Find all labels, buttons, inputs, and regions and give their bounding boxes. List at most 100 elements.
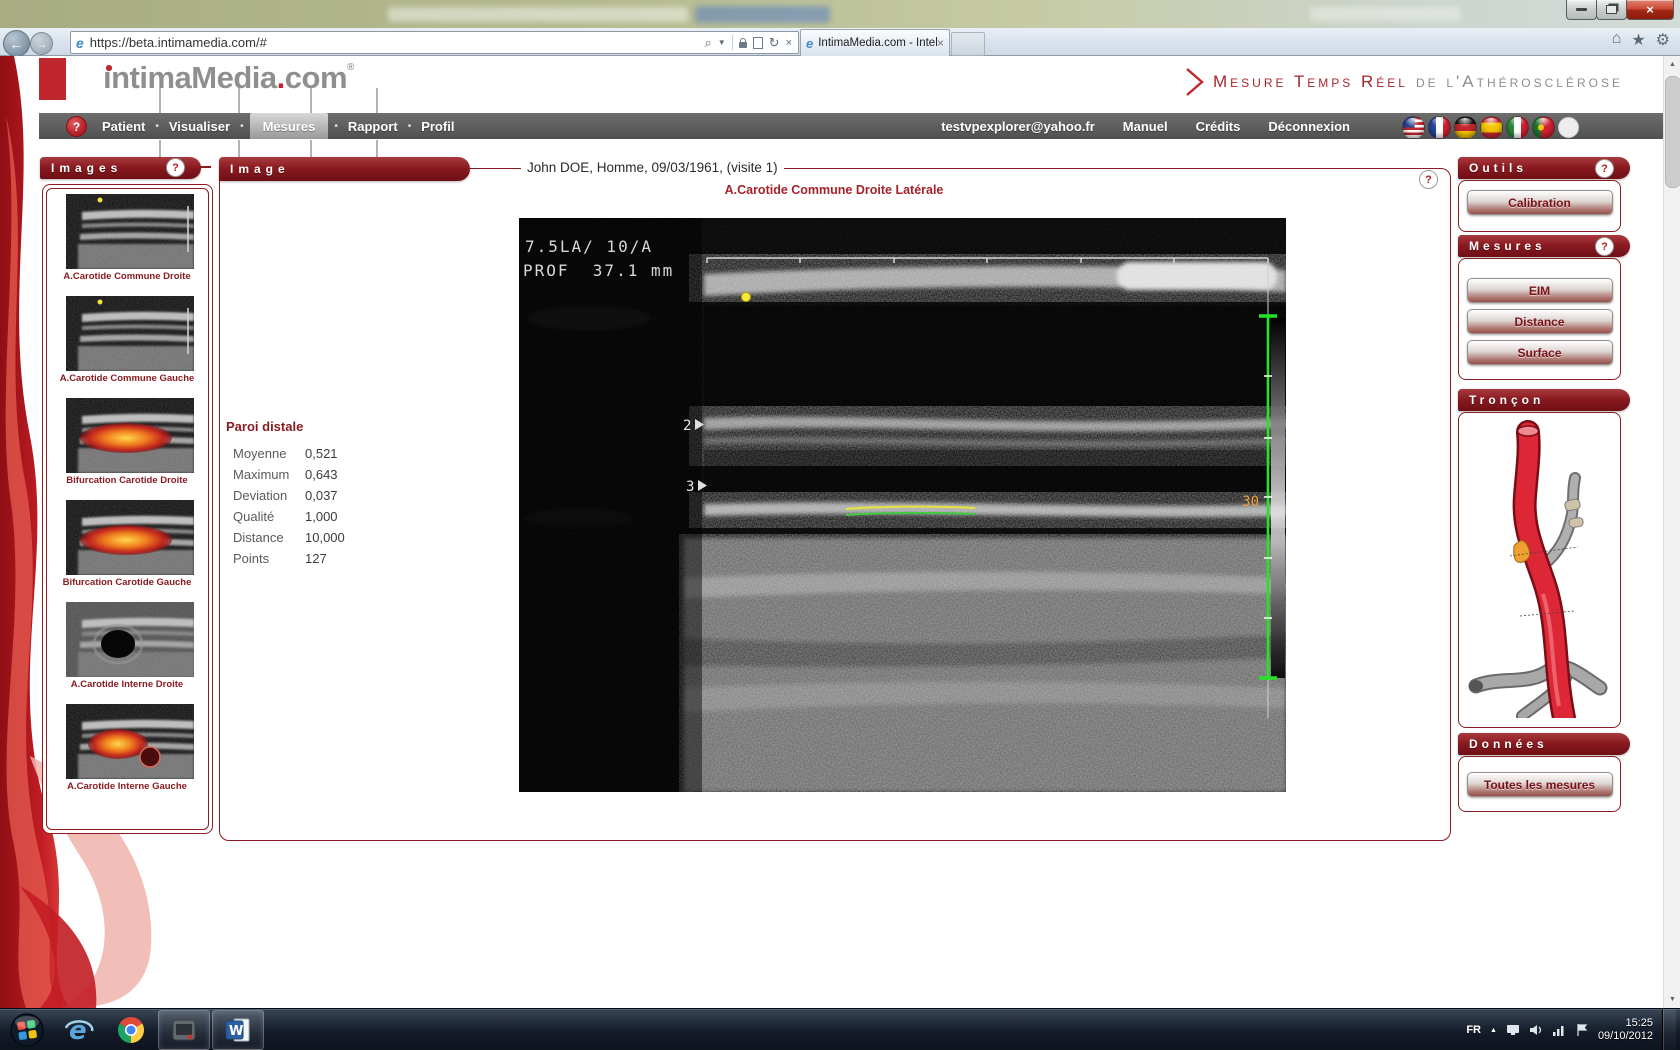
site-logo[interactable]: ıntimaMedia.com®: [103, 60, 354, 96]
nav-tick: [310, 140, 312, 157]
tools-gear-icon[interactable]: ⚙: [1656, 30, 1670, 50]
nav-separator-dot: •: [402, 113, 418, 139]
language-indicator[interactable]: FR: [1466, 1024, 1481, 1036]
network-tray-icon[interactable]: [1552, 1023, 1566, 1037]
windows-start-icon: [9, 1012, 45, 1048]
volume-tray-icon[interactable]: [1529, 1023, 1543, 1037]
forward-arrow-icon: →: [36, 37, 48, 51]
button-toutes-les-mesures[interactable]: Toutes les mesures: [1467, 772, 1613, 797]
tagline-red: Mesure Temps Réel: [1213, 72, 1408, 92]
thumbnail-a.carotide-interne-gauche[interactable]: [66, 704, 194, 779]
window-titlebar[interactable]: ×: [0, 0, 1680, 28]
forward-button[interactable]: →: [30, 32, 53, 55]
mesures-panel-title: Mesures: [1469, 239, 1546, 253]
action-center-flag-icon[interactable]: [1575, 1023, 1589, 1037]
flag-pt-icon[interactable]: [1532, 116, 1555, 139]
nav-item-mesures[interactable]: Mesures: [250, 113, 329, 139]
taskbar-clock[interactable]: 15:25 09/10/2012: [1598, 1017, 1653, 1043]
show-desktop-button[interactable]: [1662, 1009, 1676, 1050]
flag-es-icon[interactable]: [1480, 116, 1503, 139]
flag-fr-icon[interactable]: [1428, 116, 1451, 139]
outils-help-icon[interactable]: ?: [1595, 159, 1614, 178]
refresh-icon[interactable]: ↻: [769, 35, 780, 51]
button-calibration[interactable]: Calibration: [1467, 190, 1613, 215]
nav-item-manuel[interactable]: Manuel: [1123, 119, 1168, 134]
nav-item-deconnexion[interactable]: Déconnexion: [1268, 119, 1350, 134]
nav-item-profil[interactable]: Profil: [417, 113, 458, 139]
measure-row: Maximum0,643: [233, 464, 426, 485]
thumbnail-bifurcation-carotide-droite[interactable]: [66, 398, 194, 473]
flag-de-icon[interactable]: [1454, 116, 1477, 139]
nav-item-patient[interactable]: Patient: [98, 113, 149, 139]
taskbar-app-icon[interactable]: [158, 1010, 210, 1050]
ultrasound-image[interactable]: 7.5LA/ 10/A PROF 37.1 mm 30 2 3: [519, 218, 1286, 792]
search-icon[interactable]: ⌕: [704, 35, 711, 51]
svg-text:W: W: [229, 1024, 243, 1039]
hidden-icons-arrow[interactable]: ▲: [1490, 1027, 1497, 1034]
restore-button[interactable]: [1596, 0, 1627, 20]
favorites-star-icon[interactable]: ★: [1631, 30, 1645, 50]
nav-item-visualiser[interactable]: Visualiser: [165, 113, 234, 139]
measure-row: Moyenne0,521: [233, 443, 426, 464]
nav-help-icon[interactable]: ?: [66, 116, 87, 137]
browser-tab[interactable]: e IntimaMedia.com - Intellig... ×: [800, 29, 950, 56]
mesures-help-icon[interactable]: ?: [1595, 237, 1614, 256]
taskbar-chrome-icon[interactable]: [106, 1011, 156, 1049]
measure-label: Deviation: [233, 488, 305, 503]
button-surface[interactable]: Surface: [1467, 340, 1613, 365]
scroll-up-arrow[interactable]: ▲: [1664, 56, 1680, 73]
nav-item-testvpexplorer@yahoo.fr[interactable]: testvpexplorer@yahoo.fr: [941, 119, 1095, 134]
scrollbar-thumb[interactable]: [1665, 76, 1680, 188]
image-panel-title: Image: [230, 162, 290, 176]
scroll-down-arrow[interactable]: ▼: [1664, 991, 1680, 1008]
address-bar-icons: ⌕ ▼ ↻ ×: [704, 35, 798, 51]
taskbar-word-icon[interactable]: W: [212, 1010, 264, 1050]
flag-it-icon[interactable]: [1506, 116, 1529, 139]
flag-more-icon[interactable]: [1558, 117, 1579, 138]
search-dropdown-caret-icon[interactable]: ▼: [718, 38, 726, 47]
image-title: A.Carotide Commune Droite Latérale: [634, 183, 1034, 197]
monitor-tray-icon[interactable]: [1506, 1023, 1520, 1037]
images-help-icon[interactable]: ?: [166, 158, 185, 177]
measurement-rows: Moyenne0,521Maximum0,643Deviation0,037Qu…: [226, 443, 426, 569]
back-button[interactable]: ←: [3, 30, 30, 57]
donnees-panel-title: Données: [1469, 737, 1548, 751]
measure-value: 0,521: [305, 446, 338, 461]
logo-i-dot: [106, 65, 112, 71]
lock-icon: [739, 42, 747, 48]
tab-close-icon[interactable]: ×: [937, 36, 944, 50]
thumbnail-bifurcation-carotide-gauche[interactable]: [66, 500, 194, 575]
window-controls: ×: [1567, 0, 1674, 20]
nav-item-credits[interactable]: Crédits: [1196, 119, 1241, 134]
tab-title: IntimaMedia.com - Intellig...: [818, 37, 937, 49]
home-icon[interactable]: ⌂: [1612, 30, 1622, 50]
carotid-artery-diagram[interactable]: [1462, 418, 1616, 718]
address-bar[interactable]: e https://beta.intimamedia.com/# ⌕ ▼ ↻ ×: [70, 31, 799, 54]
stop-icon[interactable]: ×: [786, 37, 792, 49]
images-panel-inner: A.Carotide Commune Droite A.Carotide Com…: [46, 188, 209, 830]
nav-separator-dot: •: [234, 113, 250, 139]
start-button[interactable]: [2, 1011, 52, 1049]
button-distance[interactable]: Distance: [1467, 309, 1613, 334]
url-text[interactable]: https://beta.intimamedia.com/#: [90, 35, 267, 50]
close-button[interactable]: ×: [1626, 0, 1674, 20]
donnees-buttons: Toutes les mesures: [1459, 757, 1620, 797]
screen: × ← → e https://beta.intimamedia.com/# ⌕…: [0, 0, 1680, 1050]
thumbnail-a.carotide-commune-gauche[interactable]: [66, 296, 194, 371]
minimize-button[interactable]: [1566, 0, 1597, 20]
browser-scrollbar[interactable]: ▲ ▼: [1663, 56, 1680, 1008]
logo-registered-mark: ®: [347, 62, 354, 73]
svg-text:2: 2: [683, 418, 691, 434]
taskbar-ie-icon[interactable]: e: [54, 1011, 104, 1049]
new-tab-button[interactable]: [951, 32, 985, 56]
nav-item-rapport[interactable]: Rapport: [344, 113, 402, 139]
word-icon: W: [224, 1016, 252, 1044]
flag-us-icon[interactable]: [1402, 116, 1425, 139]
thumbnail-caption: Bifurcation Carotide Gauche: [47, 577, 207, 588]
tagline-chevron-icon: [1184, 66, 1206, 98]
compatibility-view-icon[interactable]: [753, 37, 763, 49]
button-eim[interactable]: EIM: [1467, 278, 1613, 303]
thumbnail-a.carotide-commune-droite[interactable]: [66, 194, 194, 269]
thumbnail-a.carotide-interne-droite[interactable]: [66, 602, 194, 677]
image-panel-help-icon[interactable]: ?: [1419, 170, 1438, 189]
